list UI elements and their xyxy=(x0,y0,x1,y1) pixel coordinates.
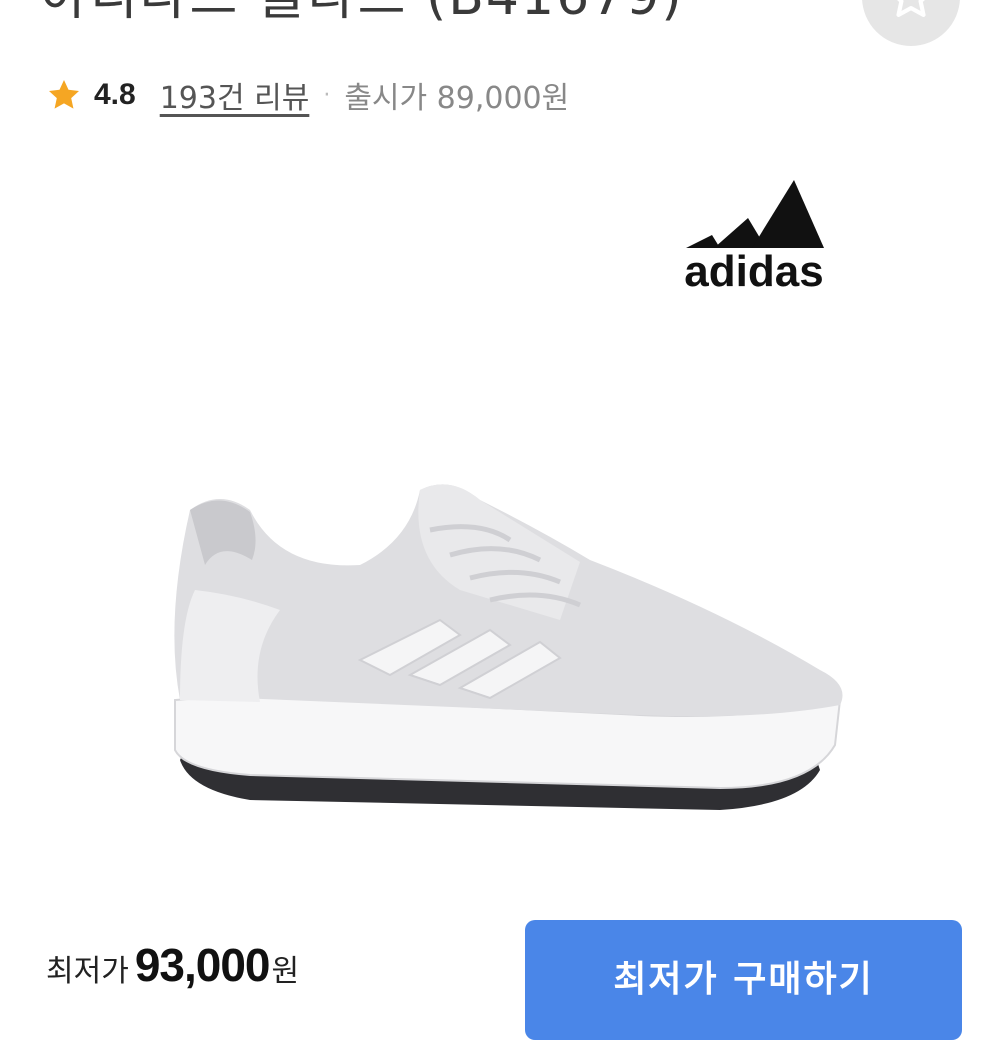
lowest-price-row: 최저가 93,000 원 xyxy=(46,938,299,992)
buy-lowest-price-button[interactable]: 최저가 구매하기 xyxy=(525,920,962,1040)
rating-value: 4.8 xyxy=(94,78,136,111)
star-outline-icon xyxy=(896,0,926,18)
rating-row: 4.8 193건 리뷰 · 출시가 89,000원 xyxy=(46,72,569,118)
favorite-button[interactable] xyxy=(862,0,960,46)
product-title: 아디다스 솔라스 (B41679) xyxy=(40,0,684,29)
separator-dot: · xyxy=(323,82,331,108)
star-filled-icon xyxy=(49,80,79,109)
release-price: 출시가 89,000원 xyxy=(344,81,570,116)
price-unit: 원 xyxy=(271,954,300,989)
adidas-logo: adidas xyxy=(664,170,844,296)
review-count-link[interactable]: 193건 리뷰 xyxy=(160,73,310,117)
adidas-logo-text: adidas xyxy=(684,247,823,295)
product-image xyxy=(160,470,850,820)
lowest-price-label: 최저가 xyxy=(46,954,129,989)
lowest-price-value: 93,000 xyxy=(134,939,271,991)
